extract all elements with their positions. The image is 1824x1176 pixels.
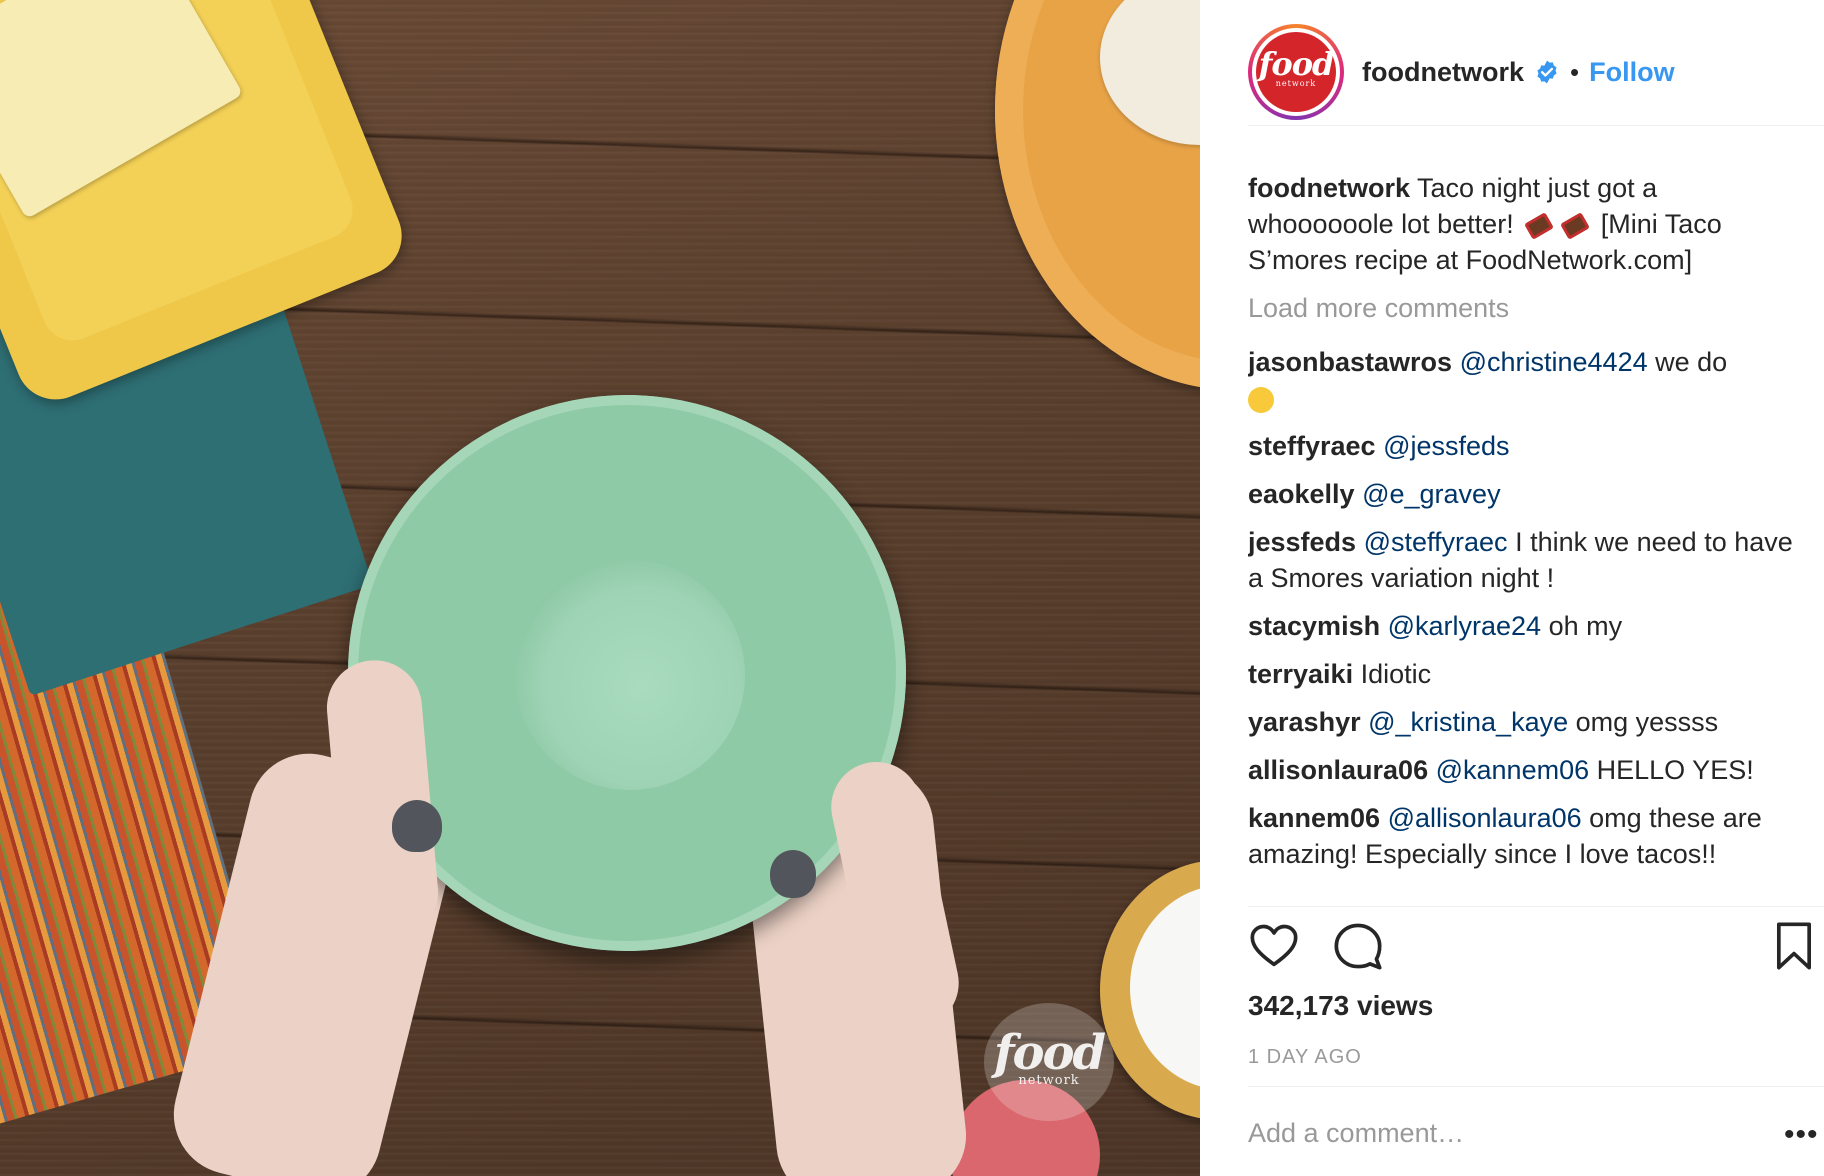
comment-username[interactable]: terryaiki xyxy=(1248,659,1353,689)
comment-username[interactable]: jessfeds xyxy=(1248,527,1356,557)
post-side-panel: food network foodnetwork • Follow foodne… xyxy=(1200,0,1824,1176)
comment-mention[interactable]: @e_gravey xyxy=(1362,479,1500,509)
right-thumbnail xyxy=(770,850,816,898)
comment: jasonbastawros @christine4424 we do xyxy=(1248,344,1808,416)
food-network-watermark: food network xyxy=(984,1003,1114,1121)
avatar-logo-text: food xyxy=(1258,45,1335,83)
comment-text: omg yessss xyxy=(1575,707,1719,737)
comment-mention[interactable]: @allisonlaura06 xyxy=(1388,803,1582,833)
more-options-icon[interactable]: ••• xyxy=(1784,1118,1819,1152)
laughing-emoji-icon xyxy=(1248,386,1274,413)
follow-button[interactable]: Follow xyxy=(1589,57,1674,88)
comment-username[interactable]: jasonbastawros xyxy=(1248,347,1452,377)
chocolate-bar-emoji-icon xyxy=(1524,212,1555,240)
comment: allisonlaura06 @kannem06 HELLO YES! xyxy=(1248,752,1808,788)
caption: foodnetwork Taco night just got a whoooo… xyxy=(1248,170,1808,278)
comment-username[interactable]: allisonlaura06 xyxy=(1248,755,1428,785)
heart-icon[interactable] xyxy=(1248,920,1300,972)
composer-divider xyxy=(1248,1086,1824,1087)
comment: stacymish @karlyrae24 oh my xyxy=(1248,608,1808,644)
comment-username[interactable]: steffyraec xyxy=(1248,431,1376,461)
comment-username[interactable]: eaokelly xyxy=(1248,479,1355,509)
comment-username[interactable]: yarashyr xyxy=(1248,707,1361,737)
comment-mention[interactable]: @kannem06 xyxy=(1436,755,1590,785)
comment-mention[interactable]: @steffyraec xyxy=(1364,527,1508,557)
comment: terryaiki Idiotic xyxy=(1248,656,1808,692)
comment-text: HELLO YES! xyxy=(1596,755,1754,785)
bookmark-icon[interactable] xyxy=(1768,920,1820,972)
post-header: food network foodnetwork • Follow xyxy=(1248,22,1808,122)
comment-text: we do xyxy=(1655,347,1728,377)
header-separator: • xyxy=(1570,57,1580,87)
comment-mention[interactable]: @jessfeds xyxy=(1383,431,1509,461)
comment: steffyraec @jessfeds xyxy=(1248,428,1808,464)
comment-username[interactable]: kannem06 xyxy=(1248,803,1380,833)
load-more-comments-button[interactable]: Load more comments xyxy=(1248,290,1808,326)
avatar-logo: food network xyxy=(1256,32,1336,112)
comment-text: Idiotic xyxy=(1360,659,1432,689)
header-username[interactable]: foodnetwork xyxy=(1362,57,1524,88)
left-thumbnail xyxy=(392,800,442,852)
post-timestamp[interactable]: 1 DAY AGO xyxy=(1248,1046,1362,1069)
comment-mention[interactable]: @karlyrae24 xyxy=(1388,611,1541,641)
comment: eaokelly @e_gravey xyxy=(1248,476,1808,512)
chocolate-bar-emoji-icon xyxy=(1560,212,1591,240)
view-count[interactable]: 342,173 views xyxy=(1248,990,1433,1022)
comment-username[interactable]: stacymish xyxy=(1248,611,1380,641)
add-comment-input[interactable] xyxy=(1248,1118,1708,1149)
comments-divider xyxy=(1248,906,1824,907)
comment-text: oh my xyxy=(1548,611,1623,641)
action-bar xyxy=(1248,920,1824,984)
avatar-border: food network xyxy=(1252,28,1340,116)
comment: yarashyr @_kristina_kaye omg yessss xyxy=(1248,704,1808,740)
comment-mention[interactable]: @christine4424 xyxy=(1460,347,1648,377)
caption-username[interactable]: foodnetwork xyxy=(1248,173,1410,203)
post-media[interactable]: food network xyxy=(0,0,1200,1176)
avatar[interactable]: food network xyxy=(1248,24,1344,120)
verified-badge-icon xyxy=(1537,60,1557,84)
comment-mention[interactable]: @_kristina_kaye xyxy=(1368,707,1568,737)
comment-icon[interactable] xyxy=(1332,920,1384,972)
comment: jessfeds @steffyraec I think we need to … xyxy=(1248,524,1808,596)
comment: kannem06 @allisonlaura06 omg these are a… xyxy=(1248,800,1808,872)
comments-list[interactable]: foodnetwork Taco night just got a whoooo… xyxy=(1248,170,1808,906)
header-divider xyxy=(1248,125,1824,126)
green-bowl-inner xyxy=(515,560,745,790)
